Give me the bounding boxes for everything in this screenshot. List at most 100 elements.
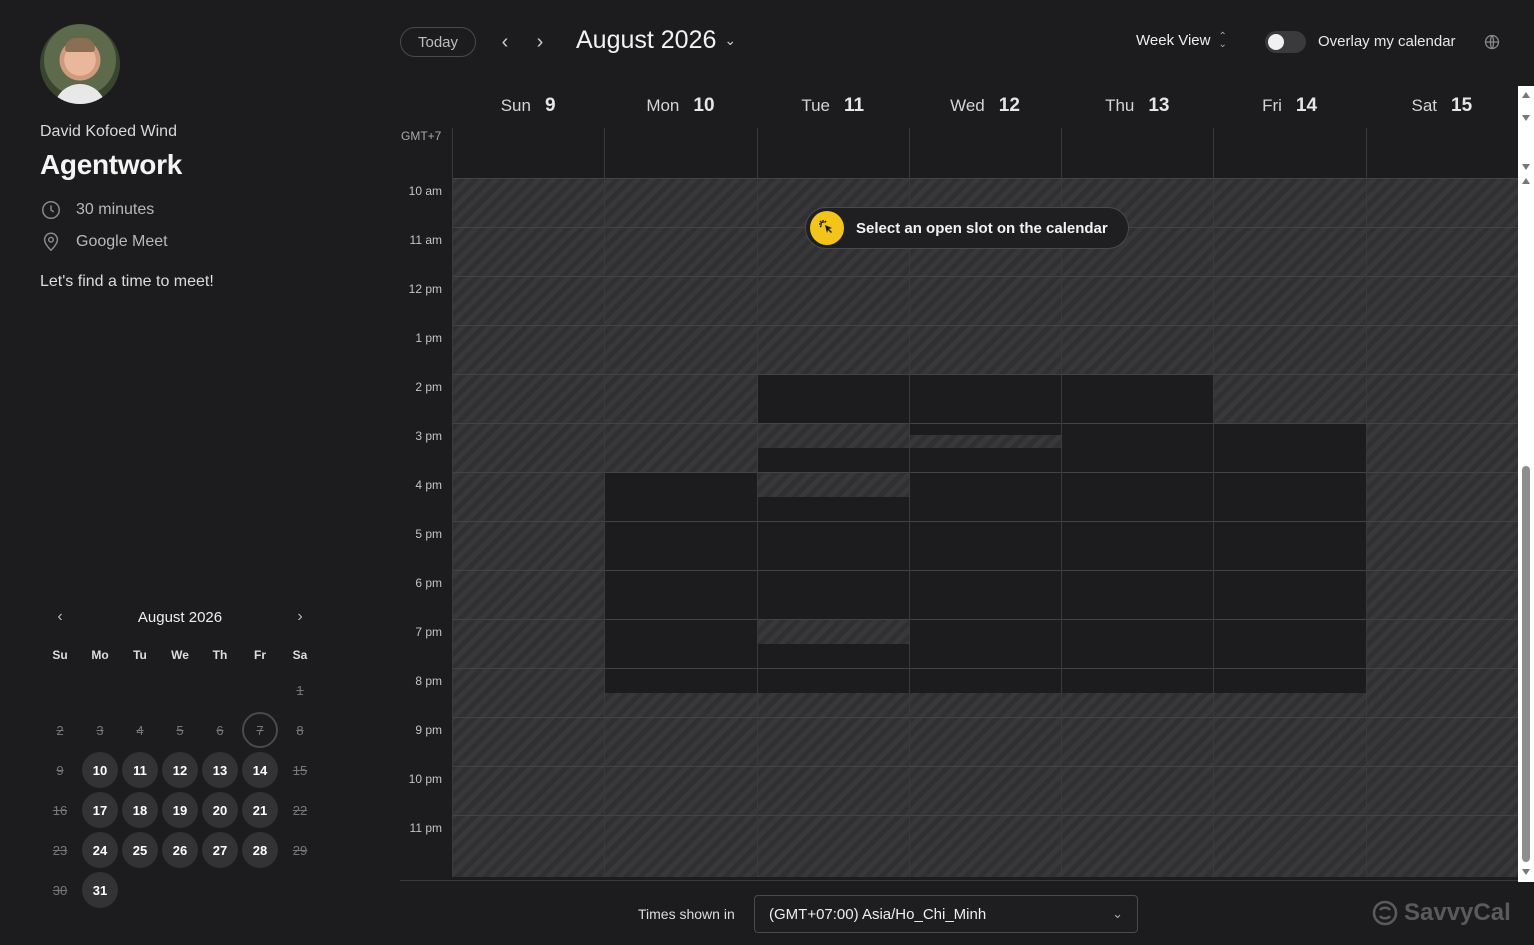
mini-day-number: 21	[242, 792, 278, 828]
scroll-down-icon[interactable]	[1522, 164, 1530, 170]
open-slot[interactable]	[756, 374, 909, 423]
mini-day-number: 22	[292, 802, 308, 818]
hour-label: 2 pm	[415, 380, 442, 394]
scroll-down-icon[interactable]	[1522, 869, 1530, 875]
mini-day-7: 7	[240, 710, 280, 750]
day-header-number: 10	[693, 95, 715, 116]
mini-day-number: 16	[52, 802, 68, 818]
hour-gridline	[452, 570, 1518, 571]
event-location: Google Meet	[40, 231, 168, 253]
day-header: Fri 14	[1213, 86, 1365, 126]
open-slot[interactable]	[1061, 374, 1214, 693]
week-day-headers: Sun 9 Mon 10 Tue 11 Wed 12 Thu 13 Fri 14 Sat 15	[452, 86, 1518, 126]
mini-day-number: 10	[82, 752, 118, 788]
open-slot[interactable]	[908, 374, 1062, 436]
day-header-weekday: Sun	[500, 96, 531, 115]
mini-next-month-icon[interactable]: ›	[280, 608, 320, 626]
mini-day-empty	[120, 870, 160, 910]
hour-gridline	[452, 178, 1518, 179]
event-title: Agentwork	[40, 149, 182, 180]
mini-month-title: August 2026	[137, 608, 223, 626]
day-header-weekday: Fri	[1262, 96, 1282, 115]
toggle-knob	[1268, 34, 1284, 50]
hour-gridline	[452, 325, 1518, 326]
mini-day-number: 18	[122, 792, 158, 828]
mini-day-25[interactable]: 25	[120, 830, 160, 870]
mini-day-21[interactable]: 21	[240, 790, 280, 830]
mini-day-26[interactable]: 26	[160, 830, 200, 870]
mini-day-17[interactable]: 17	[80, 790, 120, 830]
mini-day-31[interactable]: 31	[80, 870, 120, 910]
location-pin-icon	[43, 232, 59, 252]
mini-day-empty	[160, 670, 200, 710]
mini-prev-month-icon[interactable]: ‹	[40, 608, 80, 626]
day-header: Thu 13	[1061, 86, 1213, 126]
mini-day-12[interactable]: 12	[160, 750, 200, 790]
host-avatar	[40, 24, 120, 104]
month-picker[interactable]: August 2026 ⌄	[576, 26, 736, 55]
savvycal-logo[interactable]: SavvyCal	[1372, 899, 1511, 927]
day-column-divider	[757, 128, 758, 877]
scroll-up-icon[interactable]	[1522, 92, 1530, 98]
times-shown-in-label: Times shown in	[638, 906, 735, 922]
open-slot[interactable]	[1213, 423, 1366, 693]
prev-week-icon[interactable]: ‹	[494, 28, 516, 56]
mini-day-20[interactable]: 20	[200, 790, 240, 830]
scroll-up-icon[interactable]	[1522, 178, 1530, 184]
mini-day-number: 20	[202, 792, 238, 828]
mini-day-18[interactable]: 18	[120, 790, 160, 830]
open-slot[interactable]	[756, 496, 909, 619]
day-column-divider	[1366, 128, 1367, 877]
mini-day-number: 19	[162, 792, 198, 828]
mini-day-28[interactable]: 28	[240, 830, 280, 870]
day-header: Sun 9	[452, 86, 604, 126]
hour-label: 6 pm	[415, 576, 442, 590]
scroll-down-icon[interactable]	[1522, 115, 1530, 121]
mini-day-number: 7	[242, 712, 278, 748]
mini-day-4: 4	[120, 710, 160, 750]
mini-day-13[interactable]: 13	[200, 750, 240, 790]
duration-label: 30 minutes	[76, 201, 155, 218]
day-column-divider	[1213, 128, 1214, 877]
hour-label: 3 pm	[415, 429, 442, 443]
globe-icon[interactable]	[1484, 34, 1500, 50]
day-header: Wed 12	[909, 86, 1061, 126]
mini-day-15: 15	[280, 750, 320, 790]
hour-label: 4 pm	[415, 478, 442, 492]
mini-day-19[interactable]: 19	[160, 790, 200, 830]
mini-day-number: 27	[202, 832, 238, 868]
open-slot[interactable]	[604, 472, 757, 693]
mini-day-14[interactable]: 14	[240, 750, 280, 790]
mini-weekday-label: We	[171, 648, 189, 662]
hour-gridline	[452, 766, 1518, 767]
mini-day-number: 23	[52, 842, 68, 858]
next-week-icon[interactable]: ›	[529, 28, 551, 56]
month-title: August 2026	[576, 26, 717, 54]
grid-scrollbar[interactable]	[1518, 86, 1534, 882]
mini-day-empty	[160, 870, 200, 910]
day-header: Tue 11	[757, 86, 909, 126]
day-header-weekday: Wed	[950, 96, 985, 115]
mini-day-16: 16	[40, 790, 80, 830]
mini-day-number: 29	[292, 842, 308, 858]
scrollbar-thumb[interactable]	[1522, 466, 1530, 862]
mini-day-number: 24	[82, 832, 118, 868]
mini-day-number: 28	[242, 832, 278, 868]
view-selector[interactable]: Week View ⌃ ⌄	[1136, 31, 1227, 49]
timezone-select[interactable]: (GMT+07:00) Asia/Ho_Chi_Minh ⌄	[754, 895, 1138, 933]
host-name: David Kofoed Wind	[40, 123, 177, 140]
overlay-calendar-toggle[interactable]	[1265, 31, 1306, 53]
hour-gridline	[452, 423, 1518, 424]
day-header-weekday: Tue	[801, 96, 830, 115]
open-slot[interactable]	[756, 447, 909, 472]
mini-day-empty	[280, 870, 320, 910]
mini-day-27[interactable]: 27	[200, 830, 240, 870]
mini-day-24[interactable]: 24	[80, 830, 120, 870]
mini-day-10[interactable]: 10	[80, 750, 120, 790]
hour-label: 8 pm	[415, 674, 442, 688]
hour-gridline	[452, 717, 1518, 718]
today-button[interactable]: Today	[400, 27, 476, 57]
mini-day-30: 30	[40, 870, 80, 910]
mini-day-22: 22	[280, 790, 320, 830]
mini-day-11[interactable]: 11	[120, 750, 160, 790]
